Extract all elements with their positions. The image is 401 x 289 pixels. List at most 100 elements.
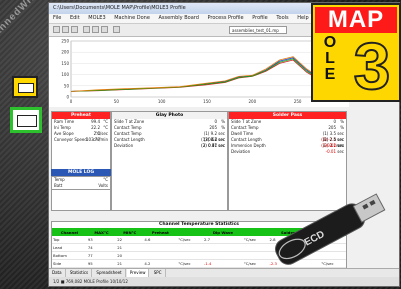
- stats-cell: [202, 243, 243, 252]
- preheat-label: Ram Time: [54, 119, 75, 124]
- stats-cell: Top: [52, 236, 87, 244]
- menu-profile[interactable]: Profile: [252, 15, 268, 21]
- solder-wave-label: Contact Length: [231, 137, 262, 142]
- stats-cell: 22: [116, 236, 144, 244]
- usb-drive-image: ECD: [275, 193, 386, 265]
- tab-statistics[interactable]: Statistics: [67, 269, 93, 277]
- tab-data[interactable]: Data: [49, 269, 66, 277]
- toolbar-save-button[interactable]: [62, 26, 69, 33]
- menu-file[interactable]: File: [53, 15, 61, 21]
- mole-log-label: Batt: [54, 183, 63, 188]
- mole-log-label: Temp: [54, 177, 65, 182]
- menu-process-profile[interactable]: Process Profile: [208, 15, 244, 21]
- chart-y-tick-label: 50: [64, 83, 70, 88]
- preheat-label: Ave Slope: [54, 131, 74, 136]
- menu-tools[interactable]: Tools: [276, 15, 288, 21]
- toolbar-stats-button[interactable]: [101, 26, 108, 33]
- chip-wave-value: 0.01: [208, 143, 217, 148]
- logo-ole-text: OLE: [323, 34, 337, 83]
- preheat-label: Ini Temp: [54, 125, 71, 130]
- stats-header: Preheat: [143, 228, 178, 236]
- chart-x-tick-label: 250: [294, 99, 302, 104]
- solder-wave-label: Dwell Time: [231, 131, 254, 136]
- desktop-icon-green[interactable]: [10, 107, 42, 133]
- chart-y-tick-label: 200: [61, 50, 69, 55]
- stats-cell: -1.4: [202, 259, 243, 268]
- toolbar-zoom-button[interactable]: [83, 26, 90, 33]
- solder-wave-label: Contact Temp: [231, 125, 259, 130]
- chip-wave-rows: Slide T at Zone 0% Contact Temp 205% Contact…: [112, 119, 227, 149]
- toolbar-settings-button[interactable]: [113, 26, 120, 33]
- toolbar-open-button[interactable]: [53, 26, 60, 33]
- mole-log-rows: Temp °C Batt Volts: [51, 176, 111, 190]
- tab-spreadsheet[interactable]: Spreadsheet: [93, 269, 126, 277]
- mole-log-row: Batt Volts: [52, 183, 110, 189]
- stats-cell: 95: [86, 259, 117, 268]
- desktop-icon-yellow[interactable]: [12, 76, 38, 98]
- stats-cell: 21: [116, 259, 144, 268]
- chip-wave-label: Contact Temp: [114, 131, 142, 136]
- chip-wave-unit: sec: [218, 143, 225, 148]
- chart-y-tick-label: 100: [61, 72, 69, 77]
- mole-map-3-logo: MAP OLE 3: [311, 3, 401, 102]
- stats-cell: Lead: [52, 243, 87, 252]
- menu-edit[interactable]: Edit: [70, 15, 80, 21]
- tab-spc[interactable]: SPC: [151, 269, 166, 277]
- stats-cell: [202, 251, 243, 260]
- menu-assembly-board[interactable]: Assembly Board: [159, 15, 199, 21]
- mole-log-title: MOLE LOG: [51, 169, 111, 176]
- stats-cell: °C/sec: [177, 236, 203, 244]
- menu-help[interactable]: Help: [297, 15, 308, 21]
- profile-chart-svg: 2502001501005000 50 100 150 200 250: [61, 39, 344, 104]
- chip-wave-panel: Glay Photo Slide T at Zone 0% Contact Temp…: [111, 111, 228, 211]
- preheat-rows: Ram Time 99.4 °C Ini Temp 22.2 °C Ave Slope 2.4…: [52, 119, 110, 143]
- stats-header: Channel: [52, 228, 87, 236]
- chip-wave-label: Contact Temp: [114, 125, 142, 130]
- solder-wave-rows: Slide T at Zone 0% Contact Temp 205% Dwell T…: [229, 119, 346, 155]
- preheat-label: Conveyor Speed: [54, 137, 87, 142]
- chart-x-tick-label: 0: [70, 99, 73, 104]
- tab-preview[interactable]: Preview: [126, 269, 150, 277]
- chart-x-tick-label: 200: [249, 99, 257, 104]
- solder-wave-panel-title: Solder Pass: [229, 112, 346, 119]
- chip-wave-label: Contact Length: [114, 137, 145, 142]
- mole-log-unit: Volts: [98, 183, 108, 188]
- menu-mole3[interactable]: MOLE3: [88, 15, 105, 21]
- status-bar: 1/2 ■ 769,082 MOLE Profile 10/10/12: [49, 277, 399, 286]
- stats-cell: 93: [86, 236, 117, 244]
- menu-machine-done[interactable]: Machine Done: [114, 15, 150, 21]
- mole-log-panel: MOLE LOG Temp °C Batt Volts: [51, 169, 111, 190]
- toolbar-print-button[interactable]: [71, 26, 78, 33]
- stats-header: Dip Wave: [202, 228, 243, 236]
- stats-cell: [143, 243, 178, 252]
- stats-cell: Side: [52, 259, 87, 268]
- preheat-panel-title: Preheat: [52, 112, 110, 119]
- stats-cell: °C/sec: [177, 259, 203, 268]
- stats-cell: 4.6: [143, 236, 178, 244]
- chart-x-tick-label: 50: [114, 99, 120, 104]
- preheat-row: Conveyor Speed 103.77 cm/min: [52, 137, 110, 143]
- toolbar-graph-button[interactable]: [92, 26, 99, 33]
- stats-cell: [177, 251, 203, 260]
- chart-x-tick-label: 100: [158, 99, 166, 104]
- stats-cell: Bottom: [52, 251, 87, 260]
- stats-cell: 74: [86, 243, 117, 252]
- logo-number-3: 3: [353, 29, 392, 102]
- profile-chart: 250 200 150 100 50 0 0 50 100 150 200 250: [49, 37, 349, 107]
- stats-cell: 21: [116, 243, 144, 252]
- solder-wave-value: -0.01: [325, 149, 336, 154]
- chart-x-tick-label: 150: [203, 99, 211, 104]
- stats-cell: 20: [116, 251, 144, 260]
- chip-wave-row: Deviation 0.01 sec: [112, 143, 227, 149]
- stats-header: MIN°C: [116, 228, 144, 236]
- file-select-dropdown[interactable]: assemblies_test_01.mp: [229, 26, 287, 34]
- chart-y-tick-label: 150: [61, 61, 69, 66]
- preheat-unit: cm/min: [93, 137, 108, 142]
- solder-wave-label: Deviation: [231, 149, 251, 154]
- chip-wave-panel-title: Glay Photo: [112, 112, 227, 119]
- preheat-panel: Preheat Ram Time 99.4 °C Ini Temp 22.2 °C Ave …: [51, 111, 111, 211]
- stats-cell: 77: [86, 251, 117, 260]
- stats-cell: [177, 243, 203, 252]
- chart-y-tick-label: 250: [61, 39, 69, 44]
- chip-wave-label: Slide T at Zone: [114, 119, 145, 124]
